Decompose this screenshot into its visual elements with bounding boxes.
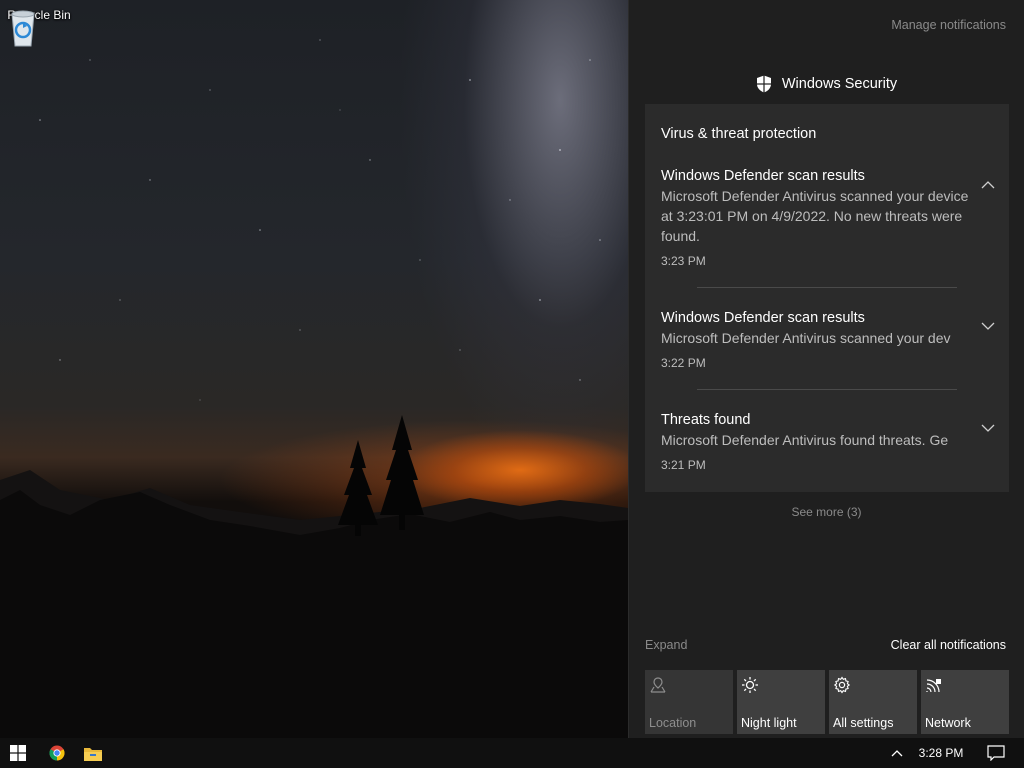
- taskbar-chrome[interactable]: [39, 738, 75, 768]
- quick-action-label: Network: [925, 716, 971, 730]
- recycle-bin-icon: [11, 10, 35, 47]
- notification-time: 3:23 PM: [661, 254, 706, 268]
- quick-action-label: All settings: [833, 716, 894, 730]
- network-icon: [926, 679, 941, 693]
- location-icon: [650, 677, 666, 693]
- chevron-down-icon[interactable]: [977, 315, 999, 337]
- quick-actions: Location Night light All settings Networ…: [645, 670, 1009, 734]
- notification-divider: [697, 389, 957, 390]
- gear-icon: [833, 676, 851, 694]
- show-hidden-icons-button[interactable]: [884, 738, 910, 768]
- expand-link[interactable]: Expand: [645, 638, 687, 652]
- notification-item[interactable]: Threats found Microsoft Defender Antivir…: [661, 410, 981, 472]
- notification-body: Microsoft Defender Antivirus scanned you…: [661, 188, 969, 244]
- notification-title: Windows Defender scan results: [661, 310, 865, 326]
- quick-action-network[interactable]: Network: [921, 670, 1009, 734]
- action-center-panel: Manage notifications Windows Security Vi…: [628, 0, 1024, 738]
- wallpaper-landscape: [0, 39, 628, 738]
- chevron-up-icon: [891, 749, 903, 756]
- notification-group-header[interactable]: Windows Security: [629, 72, 1024, 96]
- taskbar-file-explorer[interactable]: [75, 738, 111, 768]
- notification-body: Microsoft Defender Antivirus found threa…: [661, 432, 949, 448]
- quick-action-location[interactable]: Location: [645, 670, 733, 734]
- desktop-icon-recycle-bin[interactable]: Recycle Bin: [4, 8, 74, 47]
- folder-icon: [84, 747, 102, 761]
- quick-action-night-light[interactable]: Night light: [737, 670, 825, 734]
- chevron-up-icon[interactable]: [977, 174, 999, 196]
- chevron-down-icon[interactable]: [977, 417, 999, 439]
- desktop-wallpaper: Recycle Bin: [0, 0, 628, 738]
- quick-action-all-settings[interactable]: All settings: [829, 670, 917, 734]
- notification-item[interactable]: Windows Defender scan results Microsoft …: [661, 166, 981, 268]
- manage-notifications-link[interactable]: Manage notifications: [891, 18, 1006, 32]
- notification-title: Threats found: [661, 412, 751, 428]
- group-app-name: Windows Security: [781, 76, 898, 92]
- chrome-icon: [49, 745, 65, 761]
- notification-title: Windows Defender scan results: [661, 168, 865, 184]
- notification-section-title: Virus & threat protection: [661, 126, 817, 142]
- shield-icon: [756, 75, 771, 93]
- notification-time: 3:22 PM: [661, 356, 706, 370]
- notification-time: 3:21 PM: [661, 458, 706, 472]
- quick-action-label: Location: [649, 716, 697, 730]
- quick-action-label: Night light: [741, 716, 797, 730]
- start-button[interactable]: [0, 738, 36, 768]
- windows-logo-icon: [10, 745, 26, 761]
- notification-icon: [987, 745, 1005, 761]
- clear-all-notifications-link[interactable]: Clear all notifications: [891, 638, 1006, 652]
- notification-item[interactable]: Windows Defender scan results Microsoft …: [661, 308, 981, 370]
- taskbar-clock[interactable]: 3:28 PM: [914, 738, 968, 768]
- see-more-link[interactable]: See more (3): [629, 505, 1024, 519]
- notification-card: Virus & threat protection Windows Defend…: [645, 104, 1009, 492]
- action-center-button[interactable]: [976, 738, 1016, 768]
- brightness-icon: [742, 677, 758, 693]
- taskbar: 3:28 PM: [0, 738, 1024, 768]
- notification-body: Microsoft Defender Antivirus scanned you…: [661, 330, 951, 346]
- notification-divider: [697, 287, 957, 288]
